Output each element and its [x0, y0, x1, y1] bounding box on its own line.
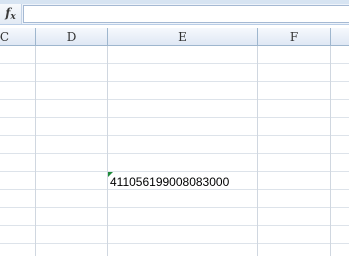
column-header-label: F: [289, 29, 299, 44]
cell-e-value: 411056199008083000: [110, 175, 230, 189]
column-header-c[interactable]: C: [0, 28, 36, 46]
column-divider: [35, 46, 36, 256]
column-header-f[interactable]: F: [258, 28, 331, 46]
column-header-d[interactable]: D: [36, 28, 108, 46]
column-header-label: C: [0, 29, 10, 44]
insert-function-button[interactable]: fx: [0, 4, 22, 24]
column-header-g[interactable]: [331, 28, 349, 46]
formula-bar: fx: [0, 4, 349, 25]
column-header-label: E: [178, 29, 187, 44]
column-divider: [257, 46, 258, 256]
column-header-e[interactable]: E: [108, 28, 258, 46]
function-icon: fx: [5, 6, 16, 22]
column-header-label: D: [66, 29, 77, 44]
formula-input[interactable]: [23, 5, 349, 23]
column-divider: [330, 46, 331, 256]
cell-grid[interactable]: [0, 46, 349, 256]
column-divider: [107, 46, 108, 256]
